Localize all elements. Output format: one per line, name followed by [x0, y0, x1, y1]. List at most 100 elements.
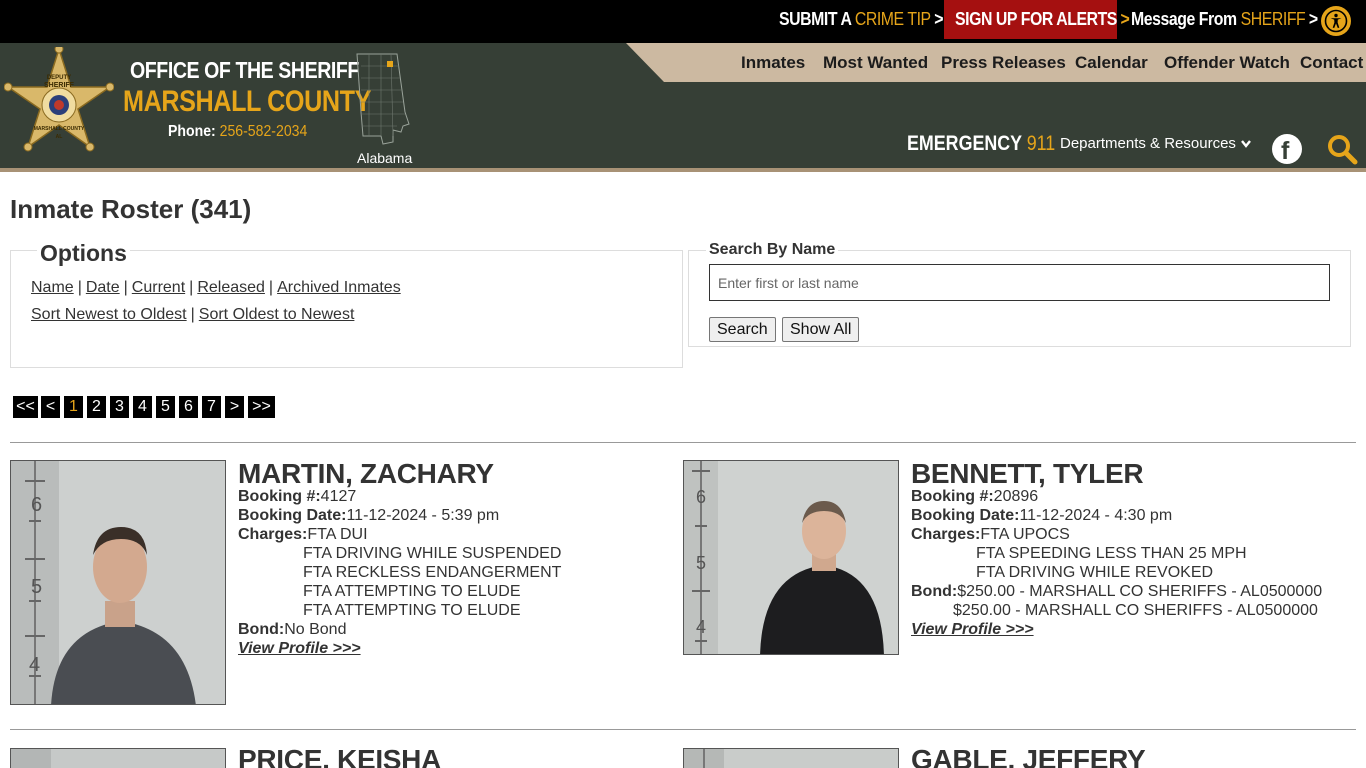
charges: Charges:FTA DUI — [238, 526, 368, 544]
sheriff-badge-logo[interactable]: DEPUTY SHERIFF MARSHALL COUNTY AL — [3, 44, 115, 172]
page-5[interactable]: 5 — [156, 396, 175, 418]
filter-links: Name | Date | Current | Released | Archived Inma… — [31, 279, 401, 297]
message-accent: SHERIFF — [1240, 9, 1306, 29]
booking-date-value: 11-12-2024 - 4:30 pm — [1019, 507, 1173, 524]
badge-text-county: MARSHALL COUNTY — [34, 126, 85, 132]
show-all-button[interactable]: Show All — [782, 317, 860, 342]
chevron-down-icon — [1241, 140, 1252, 148]
nav-offender-watch[interactable]: Offender Watch — [1164, 43, 1290, 82]
nav-contact[interactable]: Contact — [1300, 43, 1363, 82]
height-mark-6: 6 — [31, 494, 42, 516]
bond-value: No Bond — [284, 621, 347, 638]
departments-dropdown[interactable]: Departments & Resources — [1060, 135, 1252, 152]
booking-no-value: 4127 — [320, 488, 357, 505]
charge-item: FTA UPOCS — [980, 526, 1070, 543]
chevron-right-icon: > — [934, 9, 944, 29]
separator: | — [189, 279, 194, 296]
filter-released-link[interactable]: Released — [197, 279, 265, 296]
crime-tip-accent: CRIME TIP — [854, 9, 931, 29]
facebook-icon[interactable]: f — [1272, 134, 1302, 165]
page-4[interactable]: 4 — [133, 396, 152, 418]
nav-press-releases[interactable]: Press Releases — [941, 43, 1066, 82]
height-mark-4: 4 — [696, 617, 706, 637]
page-2[interactable]: 2 — [87, 396, 106, 418]
filter-archived-link[interactable]: Archived Inmates — [277, 279, 401, 296]
search-icon[interactable] — [1326, 133, 1358, 170]
nav-calendar[interactable]: Calendar — [1075, 43, 1148, 82]
page-7[interactable]: 7 — [202, 396, 221, 418]
page-6[interactable]: 6 — [179, 396, 198, 418]
view-profile-link[interactable]: View Profile >>> — [911, 621, 1034, 639]
charge-item: FTA DUI — [307, 526, 368, 543]
height-mark-4: 4 — [29, 654, 40, 676]
sign-up-alerts-link[interactable]: SIGN UP FOR ALERTS > — [944, 0, 1130, 39]
booking-number: Booking #:20896 — [911, 488, 1038, 506]
bond: Bond:$250.00 - MARSHALL CO SHERIFFS - AL… — [911, 583, 1322, 601]
badge-text-deputy: DEPUTY — [47, 75, 71, 81]
height-mark-6: 6 — [696, 487, 706, 507]
search-input[interactable] — [709, 264, 1330, 301]
filter-current-link[interactable]: Current — [132, 279, 185, 296]
charge-item: FTA DRIVING WHILE REVOKED — [976, 564, 1214, 581]
emergency-label: EMERGENCY — [907, 132, 1022, 155]
charges-label: Charges: — [238, 526, 308, 543]
inmate-name: GABLE, JEFFERY — [911, 744, 1146, 768]
booking-date-value: 11-12-2024 - 5:39 pm — [346, 507, 500, 524]
charges: Charges:FTA UPOCS — [911, 526, 1070, 544]
page-first[interactable]: << — [13, 396, 38, 418]
sort-oldest-link[interactable]: Sort Oldest to Newest — [199, 306, 355, 323]
message-prefix: Message From — [1131, 9, 1237, 29]
crime-tip-prefix: SUBMIT A — [779, 9, 851, 29]
separator: | — [123, 279, 128, 296]
page-3[interactable]: 3 — [110, 396, 129, 418]
inmate-photo[interactable]: 6 5 4 — [683, 460, 899, 655]
separator: | — [190, 306, 195, 323]
state-label: Alabama — [357, 150, 413, 166]
bond-value: $250.00 - MARSHALL CO SHERIFFS - AL05000… — [957, 583, 1323, 600]
booking-no-label: Booking #: — [911, 488, 994, 505]
bond-label: Bond: — [238, 621, 285, 638]
view-profile-link[interactable]: View Profile >>> — [238, 640, 361, 658]
inmate-photo[interactable] — [683, 748, 899, 768]
booking-date: Booking Date:11-12-2024 - 5:39 pm — [238, 507, 499, 525]
message-sheriff-link[interactable]: Message From SHERIFF > — [1131, 0, 1318, 39]
departments-label: Departments & Resources — [1060, 135, 1236, 152]
org-title: OFFICE OF THE SHERIFF — [130, 57, 359, 83]
inmate-name: PRICE, KEISHA — [238, 744, 442, 768]
emergency-number[interactable]: 911 — [1027, 132, 1055, 155]
separator: | — [268, 279, 274, 296]
alerts-label: SIGN UP FOR ALERTS — [955, 9, 1117, 29]
phone-line: Phone: 256-582-2034 — [168, 123, 307, 141]
page-next[interactable]: > — [225, 396, 244, 418]
charge-item: FTA ATTEMPTING TO ELUDE — [303, 602, 521, 619]
phone-label: Phone: — [168, 123, 216, 140]
page-last[interactable]: >> — [248, 396, 275, 418]
charge-item: FTA RECKLESS ENDANGERMENT — [303, 564, 562, 581]
booking-no-value: 20896 — [993, 488, 1039, 505]
search-button[interactable]: Search — [709, 317, 776, 342]
sort-newest-link[interactable]: Sort Newest to Oldest — [31, 306, 187, 323]
inmate-photo[interactable] — [10, 748, 226, 768]
page-title: Inmate Roster (341) — [10, 194, 252, 224]
phone-number[interactable]: 256-582-2034 — [220, 123, 308, 140]
booking-date-label: Booking Date: — [911, 507, 1020, 524]
charge-item: FTA DRIVING WHILE SUSPENDED — [303, 545, 562, 562]
bond: Bond:No Bond — [238, 621, 346, 639]
inmate-photo[interactable]: 6 5 4 — [10, 460, 226, 705]
filter-date-link[interactable]: Date — [86, 279, 120, 296]
charge-item: FTA SPEEDING LESS THAN 25 MPH — [976, 545, 1247, 562]
submit-crime-tip-link[interactable]: SUBMIT A CRIME TIP > — [779, 0, 943, 39]
page-1[interactable]: 1 — [64, 396, 83, 418]
nav-most-wanted[interactable]: Most Wanted — [823, 43, 928, 82]
chevron-right-icon: > — [1308, 9, 1318, 29]
nav-inmates[interactable]: Inmates — [741, 43, 805, 82]
accessibility-icon[interactable] — [1321, 6, 1351, 36]
options-legend: Options — [37, 240, 130, 267]
separator: | — [77, 279, 82, 296]
filter-name-link[interactable]: Name — [31, 279, 74, 296]
county-name: MARSHALL COUNTY — [123, 85, 372, 118]
page-prev[interactable]: < — [41, 396, 60, 418]
height-mark-5: 5 — [31, 576, 42, 598]
bond-label: Bond: — [911, 583, 958, 600]
alabama-map-icon — [353, 52, 417, 153]
